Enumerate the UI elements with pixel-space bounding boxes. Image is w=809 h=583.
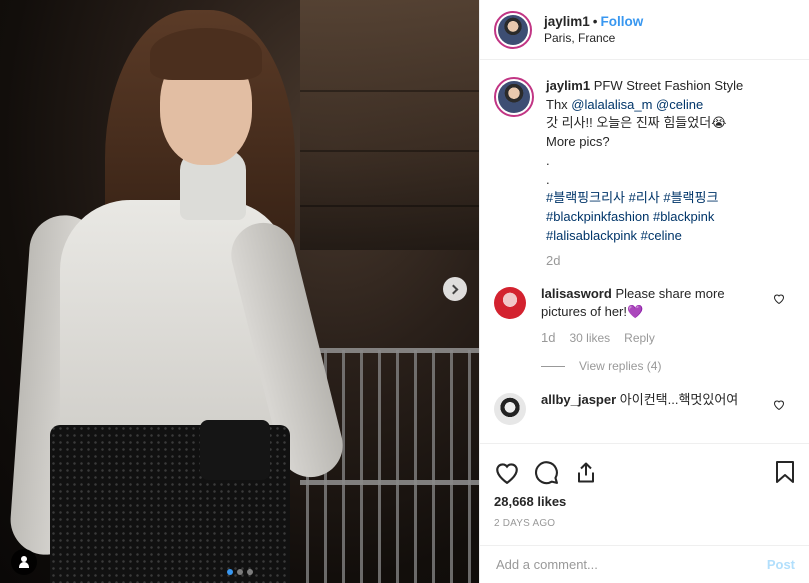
like-comment-heart-icon[interactable] <box>773 399 785 411</box>
add-comment-bar: Post <box>480 545 809 583</box>
view-replies-label: View replies (4) <box>579 359 662 374</box>
share-icon <box>578 462 594 482</box>
post-comment-button[interactable]: Post <box>767 557 795 572</box>
like-count[interactable]: 28,668 likes <box>494 494 795 509</box>
commenter-username[interactable]: lalisasword <box>541 286 612 301</box>
bookmark-icon <box>776 461 794 483</box>
wall-line <box>300 205 479 207</box>
comment-button[interactable] <box>534 452 574 492</box>
hashtag-link[interactable]: #블랙핑크리사 #리사 #블랙핑크 <box>546 189 776 208</box>
view-replies-button[interactable]: View replies (4) <box>541 357 767 375</box>
like-button[interactable] <box>494 452 534 492</box>
divider <box>541 365 565 367</box>
caption-text: More pics? <box>546 134 610 150</box>
comment-item: lalisasword Please share more pictures o… <box>494 285 795 375</box>
caption-timestamp[interactable]: 2d <box>546 252 776 271</box>
carousel-dot <box>236 569 243 575</box>
author-avatar[interactable] <box>494 77 534 117</box>
post-actions: 28,668 likes 2 DAYS AGO <box>480 443 809 529</box>
caption-text: 갓 리사!! 오늘은 진짜 힘들었더😭 <box>546 115 727 131</box>
carousel-dot <box>246 569 253 575</box>
save-button[interactable] <box>755 452 795 492</box>
chevron-right-icon <box>448 284 459 294</box>
comment-timestamp[interactable]: 1d <box>541 329 555 347</box>
comments-list[interactable]: jaylim1 PFW Street Fashion Style Thx @la… <box>480 61 809 443</box>
post-timestamp[interactable]: 2 DAYS AGO <box>494 518 795 529</box>
mention-link[interactable]: @lalalalisa_m <box>571 97 652 112</box>
comment-likes[interactable]: 30 likes <box>569 329 610 347</box>
share-button[interactable] <box>574 452 614 492</box>
background-wall <box>300 0 479 250</box>
caption-username[interactable]: jaylim1 <box>546 78 590 93</box>
post-header: jaylim1 • Follow Paris, France <box>480 0 809 60</box>
subject-bangs <box>150 28 262 80</box>
carousel-indicator <box>0 569 479 575</box>
author-avatar[interactable] <box>494 10 532 49</box>
next-photo-button[interactable] <box>443 277 467 301</box>
hashtag-link[interactable]: #lalisablackpink #celine <box>546 227 776 246</box>
caption-text: Thx <box>546 96 568 112</box>
user-tag-icon <box>19 556 29 568</box>
author-username[interactable]: jaylim1 <box>544 14 590 29</box>
wall-line <box>300 90 479 92</box>
comment-item: allby_jasper 아이컨택...핵멋있어여 <box>494 391 795 426</box>
commenter-avatar[interactable] <box>494 287 526 320</box>
heart-icon <box>496 463 518 484</box>
post-location[interactable]: Paris, France <box>544 30 643 47</box>
post-side-panel: jaylim1 • Follow Paris, France jaylim1 PFW… <box>479 0 809 583</box>
caption-text: PFW Street Fashion Style <box>593 78 744 93</box>
like-comment-heart-icon[interactable] <box>773 293 785 305</box>
instagram-post: jaylim1 • Follow Paris, France jaylim1 PFW… <box>0 0 809 583</box>
commenter-username[interactable]: allby_jasper <box>541 392 616 407</box>
post-photo[interactable] <box>0 0 479 583</box>
reply-button[interactable]: Reply <box>624 329 655 347</box>
wall-line <box>300 150 479 152</box>
hashtag-link[interactable]: #blackpinkfashion #blackpink <box>546 208 776 227</box>
caption-text: . <box>546 152 550 168</box>
carousel-dot <box>226 569 233 575</box>
caption-text: . <box>546 171 550 187</box>
post-caption: jaylim1 PFW Street Fashion Style Thx @la… <box>494 77 795 271</box>
mention-link[interactable]: @celine <box>656 97 703 112</box>
commenter-avatar[interactable] <box>494 393 526 426</box>
comment-text: 아이컨택...핵멋있어여 <box>619 392 739 408</box>
follow-button[interactable]: Follow <box>601 14 644 29</box>
subject-bag <box>200 420 270 480</box>
separator-dot: • <box>592 13 598 29</box>
comment-icon <box>535 460 558 484</box>
comment-input[interactable] <box>496 557 767 572</box>
